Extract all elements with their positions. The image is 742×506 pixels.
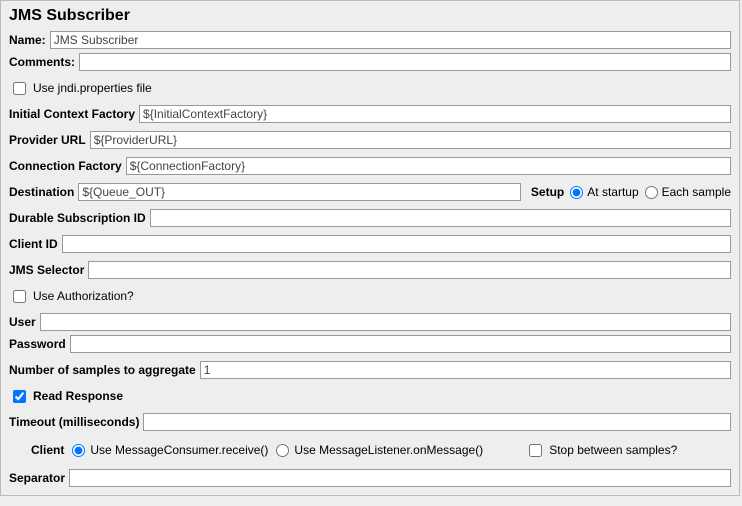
client-onmessage-option[interactable]: Use MessageListener.onMessage() xyxy=(274,443,483,457)
panel-title: JMS Subscriber xyxy=(1,1,739,29)
comments-label: Comments: xyxy=(9,55,75,69)
use-jndi-row: Use jndi.properties file xyxy=(1,77,739,99)
durable-subscription-id-label: Durable Subscription ID xyxy=(9,211,146,225)
setup-at-startup-option[interactable]: At startup xyxy=(568,185,638,199)
jms-selector-input[interactable] xyxy=(88,261,731,279)
use-authorization-checkbox[interactable] xyxy=(13,290,26,303)
password-row: Password xyxy=(1,333,739,355)
name-label: Name: xyxy=(9,33,46,47)
connection-factory-label: Connection Factory xyxy=(9,159,122,173)
setup-label: Setup xyxy=(531,185,564,199)
use-authorization-row: Use Authorization? xyxy=(1,285,739,307)
timeout-label: Timeout (milliseconds) xyxy=(9,415,139,429)
comments-input[interactable] xyxy=(79,53,731,71)
connection-factory-row: Connection Factory xyxy=(1,155,739,177)
setup-group: Setup At startup Each sample xyxy=(525,185,731,199)
stop-between-group: Stop between samples? xyxy=(529,443,677,457)
user-row: User xyxy=(1,311,739,333)
initial-context-factory-row: Initial Context Factory xyxy=(1,103,739,125)
client-receive-option[interactable]: Use MessageConsumer.receive() xyxy=(70,443,268,457)
read-response-checkbox[interactable] xyxy=(13,390,26,403)
name-input[interactable] xyxy=(50,31,731,49)
client-row: Client Use MessageConsumer.receive() Use… xyxy=(1,437,739,463)
stop-between-label[interactable]: Stop between samples? xyxy=(549,443,677,457)
use-authorization-label[interactable]: Use Authorization? xyxy=(33,289,134,303)
client-onmessage-label: Use MessageListener.onMessage() xyxy=(294,443,483,457)
num-samples-row: Number of samples to aggregate xyxy=(1,359,739,381)
setup-each-sample-radio[interactable] xyxy=(645,186,658,199)
initial-context-factory-label: Initial Context Factory xyxy=(9,107,135,121)
setup-at-startup-label: At startup xyxy=(587,185,638,199)
setup-at-startup-radio[interactable] xyxy=(570,186,583,199)
client-id-input[interactable] xyxy=(62,235,731,253)
comments-row: Comments: xyxy=(1,51,739,73)
timeout-row: Timeout (milliseconds) xyxy=(1,411,739,433)
destination-row: Destination Setup At startup Each sample xyxy=(1,181,739,203)
num-samples-label: Number of samples to aggregate xyxy=(9,363,196,377)
num-samples-input[interactable] xyxy=(200,361,731,379)
provider-url-label: Provider URL xyxy=(9,133,86,147)
stop-between-checkbox[interactable] xyxy=(529,444,542,457)
password-label: Password xyxy=(9,337,66,351)
separator-input[interactable] xyxy=(69,469,731,487)
client-receive-radio[interactable] xyxy=(72,444,85,457)
setup-each-sample-label: Each sample xyxy=(662,185,731,199)
user-label: User xyxy=(9,315,36,329)
jms-subscriber-panel: JMS Subscriber Name: Comments: Use jndi.… xyxy=(0,0,740,496)
client-receive-label: Use MessageConsumer.receive() xyxy=(90,443,268,457)
use-jndi-label[interactable]: Use jndi.properties file xyxy=(33,81,152,95)
setup-each-sample-option[interactable]: Each sample xyxy=(643,185,731,199)
password-input[interactable] xyxy=(70,335,731,353)
separator-label: Separator xyxy=(9,471,65,485)
name-row: Name: xyxy=(1,29,739,51)
user-input[interactable] xyxy=(40,313,731,331)
read-response-label[interactable]: Read Response xyxy=(33,389,123,403)
connection-factory-input[interactable] xyxy=(126,157,731,175)
client-onmessage-radio[interactable] xyxy=(276,444,289,457)
initial-context-factory-input[interactable] xyxy=(139,105,731,123)
separator-row: Separator xyxy=(1,467,739,495)
durable-subscription-id-input[interactable] xyxy=(150,209,731,227)
provider-url-row: Provider URL xyxy=(1,129,739,151)
jms-selector-row: JMS Selector xyxy=(1,259,739,281)
timeout-input[interactable] xyxy=(143,413,731,431)
destination-label: Destination xyxy=(9,185,74,199)
client-label: Client xyxy=(31,443,64,457)
read-response-row: Read Response xyxy=(1,385,739,407)
use-jndi-checkbox[interactable] xyxy=(13,82,26,95)
destination-input[interactable] xyxy=(78,183,521,201)
client-id-label: Client ID xyxy=(9,237,58,251)
jms-selector-label: JMS Selector xyxy=(9,263,84,277)
provider-url-input[interactable] xyxy=(90,131,731,149)
client-id-row: Client ID xyxy=(1,233,739,255)
durable-subscription-id-row: Durable Subscription ID xyxy=(1,207,739,229)
